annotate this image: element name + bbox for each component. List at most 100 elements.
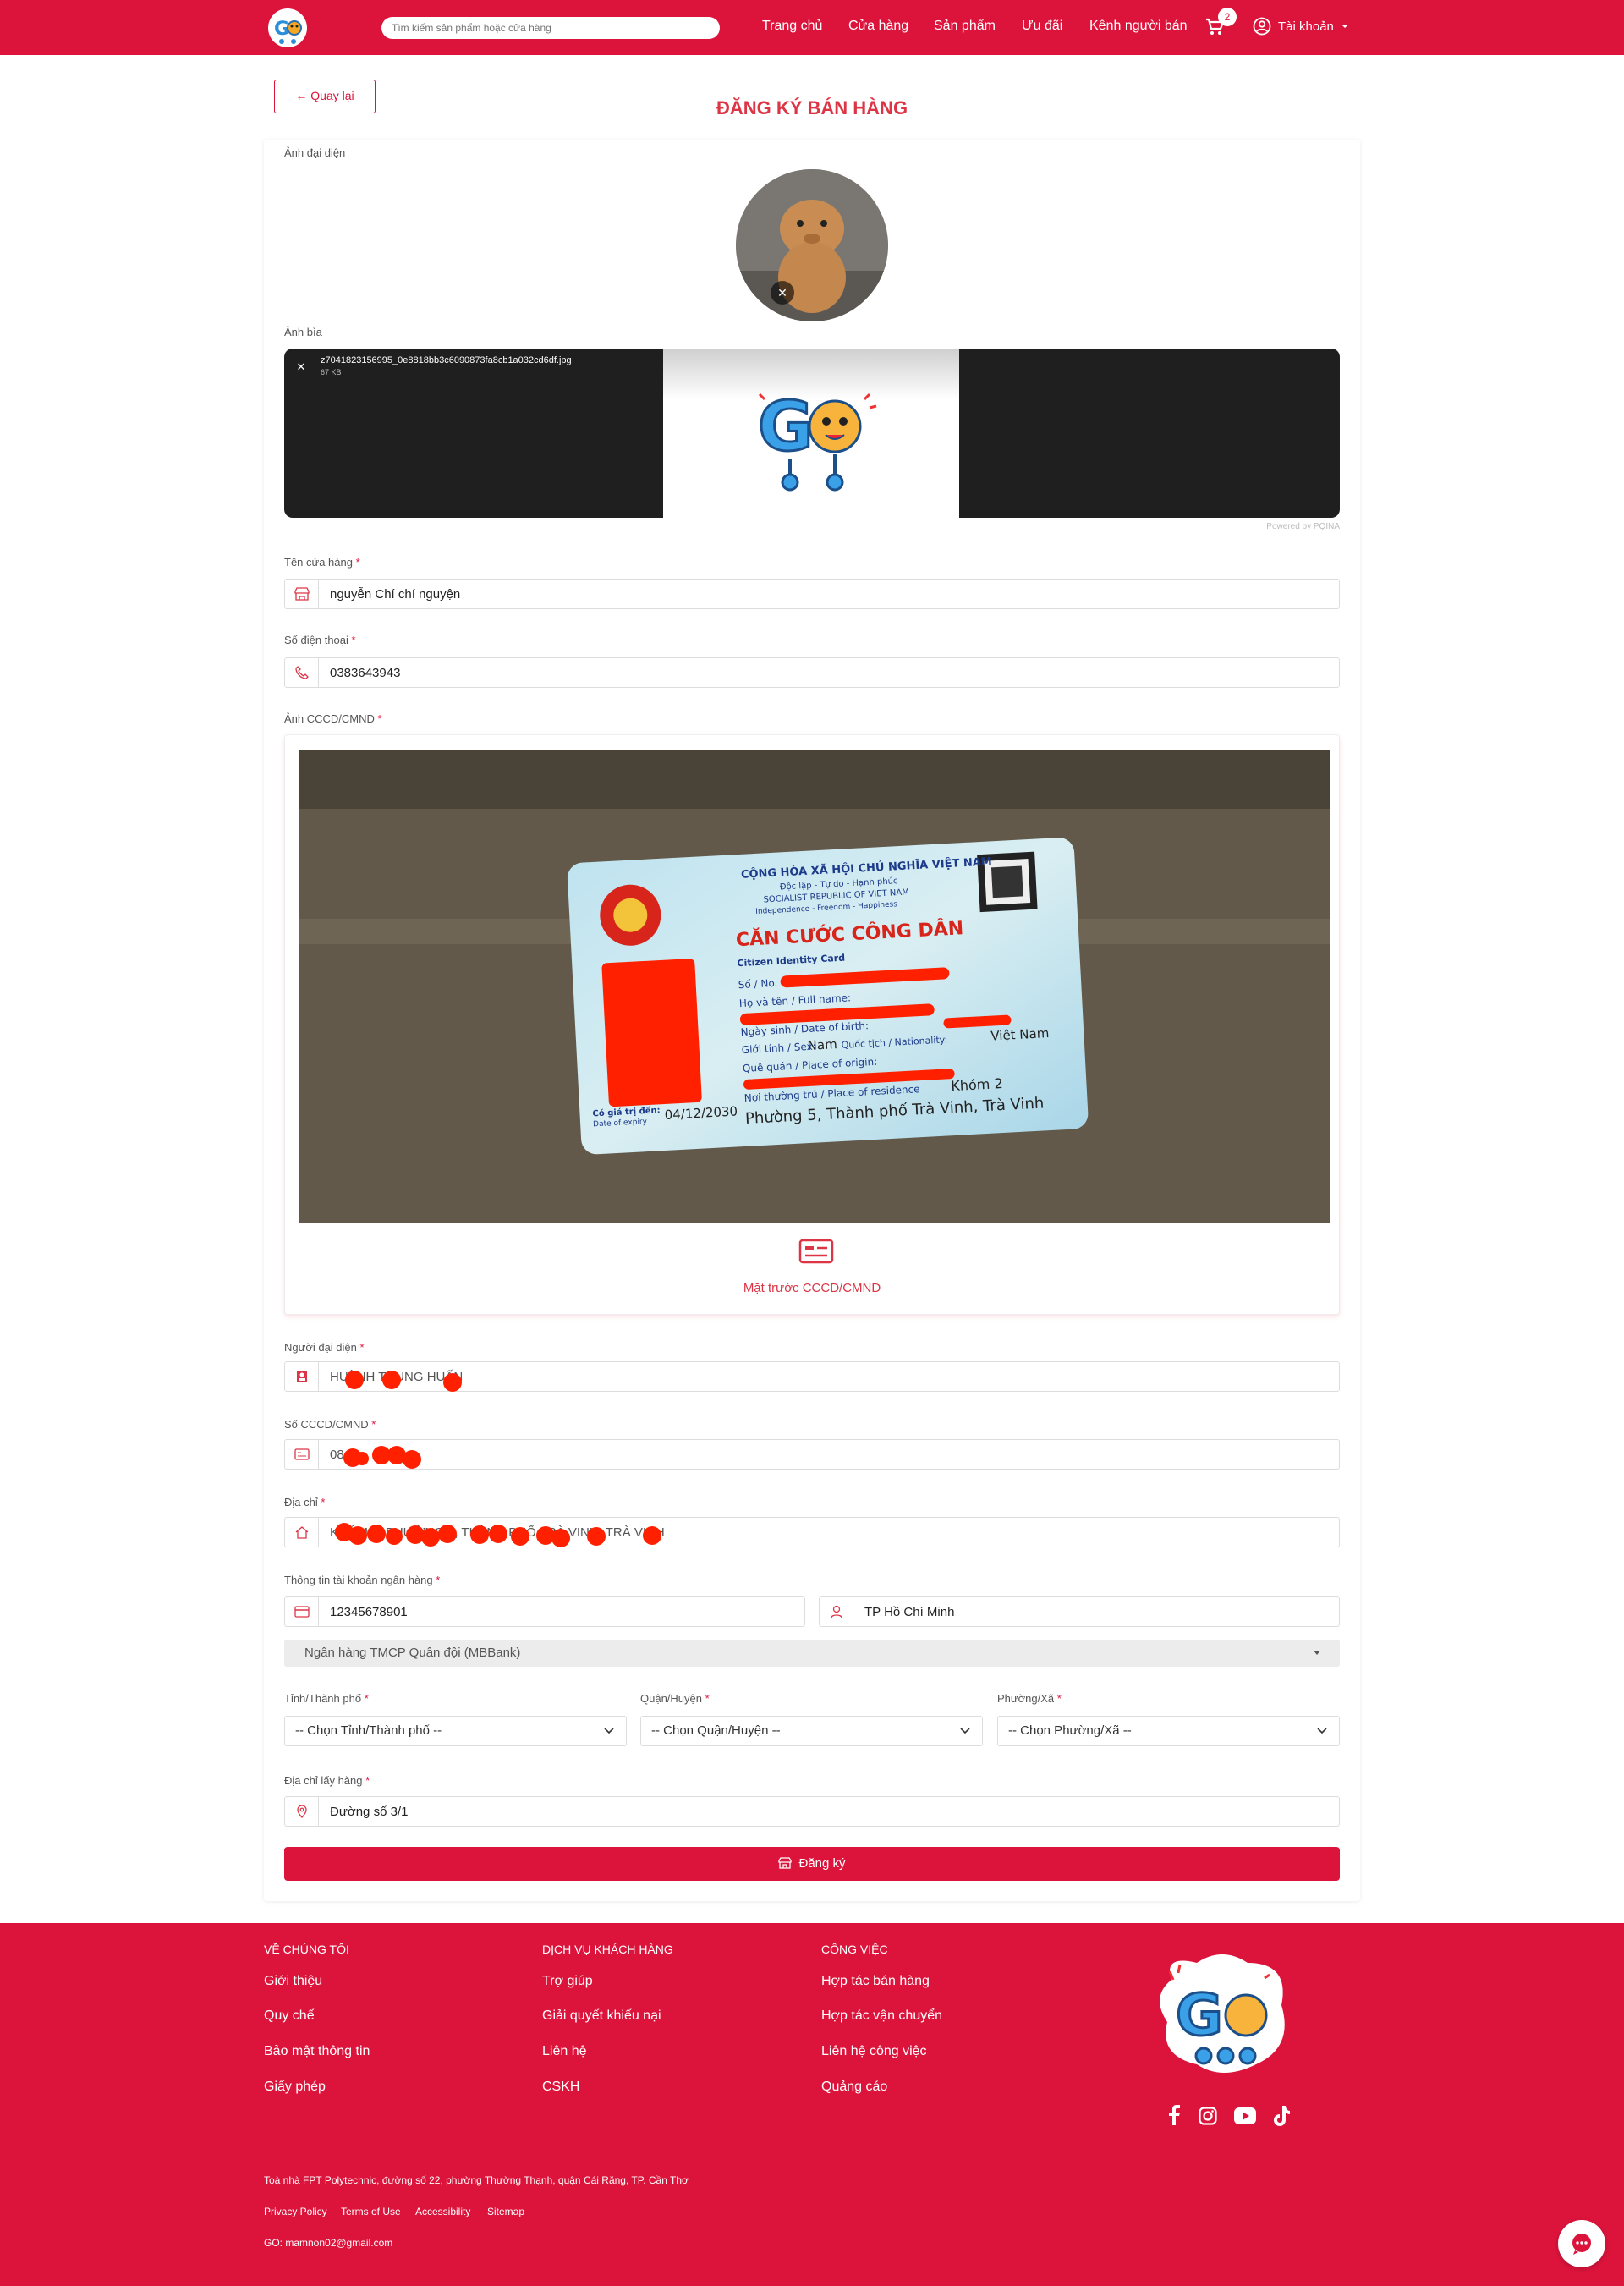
phone-icon: [294, 666, 309, 679]
cover-label: Ảnh bìa: [284, 326, 322, 338]
representative-field[interactable]: HUỲNH TRUNG HUẤN: [284, 1361, 1340, 1392]
chevron-down-icon: [1341, 25, 1348, 28]
footer-col3-title: CÔNG VIỆC: [821, 1943, 888, 1956]
powered-by-text: Powered by PQINA: [1266, 522, 1340, 531]
register-button-label: Đăng ký: [798, 1856, 846, 1871]
footer-link-license[interactable]: Giấy phép: [264, 2080, 326, 2095]
avatar-preview[interactable]: [736, 169, 888, 321]
account-menu[interactable]: Tài khoản: [1253, 17, 1349, 36]
footer-link-contact[interactable]: Liên hệ: [542, 2044, 587, 2059]
id-card-nationality-value: Việt Nam: [990, 1025, 1050, 1044]
id-image-label: Ảnh CCCD/CMND *: [284, 712, 382, 725]
footer-link-rules[interactable]: Quy chế: [264, 2008, 315, 2024]
district-label: Quận/Huyện *: [640, 1692, 710, 1705]
credit-card-icon: [294, 1606, 310, 1618]
bank-select[interactable]: Ngân hàng TMCP Quân đội (MBBank): [284, 1640, 1340, 1667]
bank-info-label: Thông tin tài khoản ngân hàng *: [284, 1574, 441, 1586]
svg-text:G: G: [1176, 1982, 1223, 2049]
phone-field[interactable]: 0383643943: [284, 657, 1340, 688]
nav-home[interactable]: Trang chủ: [762, 19, 822, 34]
pickup-address-field[interactable]: Đường số 3/1: [284, 1796, 1340, 1827]
footer-policy-terms[interactable]: Terms of Use: [341, 2206, 401, 2217]
id-card-sex-value: Nam: [807, 1036, 837, 1053]
ward-select[interactable]: -- Chọn Phường/Xã --: [997, 1716, 1340, 1746]
nav-seller-channel[interactable]: Kênh người bán: [1089, 19, 1188, 34]
youtube-icon[interactable]: [1234, 2107, 1256, 2124]
user-circle-icon: [1253, 17, 1271, 36]
footer-logo-icon: G: [1160, 1954, 1285, 2073]
bank-account-value: 12345678901: [330, 1605, 408, 1619]
cover-file-name: z7041823156995_0e8818bb3c6090873fa8cb1a0…: [321, 355, 572, 365]
search-input[interactable]: [381, 17, 720, 39]
chevron-down-icon: [960, 1728, 970, 1734]
cover-upload-preview[interactable]: G ✕ z7041823156995_0e8818bb3c6090873fa8c…: [284, 349, 1340, 518]
footer-link-about[interactable]: Giới thiệu: [264, 1974, 322, 1989]
store-name-field[interactable]: nguyễn Chí chí nguyện: [284, 579, 1340, 609]
footer-link-privacy[interactable]: Bảo mật thông tin: [264, 2044, 370, 2059]
footer-link-sales-partner[interactable]: Hợp tác bán hàng: [821, 1974, 930, 1989]
nav-products[interactable]: Sản phẩm: [934, 19, 996, 34]
top-navbar: G Trang chủ Cửa hàng Sản phẩm Ưu đãi Kên…: [0, 0, 1624, 55]
chevron-down-icon: [604, 1728, 614, 1734]
province-select[interactable]: -- Chọn Tỉnh/Thành phố --: [284, 1716, 627, 1746]
store-name-value: nguyễn Chí chí nguyện: [330, 587, 461, 602]
district-select[interactable]: -- Chọn Quận/Huyện --: [640, 1716, 983, 1746]
chevron-down-icon: [1314, 1651, 1320, 1655]
bank-holder-value: TP Hồ Chí Minh: [864, 1605, 955, 1619]
svg-text:G: G: [758, 387, 814, 466]
cart-count-badge: 2: [1218, 8, 1237, 26]
store-name-label: Tên cửa hàng *: [284, 556, 360, 569]
footer-link-jobs[interactable]: Liên hệ công việc: [821, 2044, 927, 2059]
id-card-icon: [798, 1239, 834, 1264]
chat-button[interactable]: [1558, 2220, 1605, 2267]
avatar-image: [736, 169, 888, 321]
logo-icon[interactable]: G: [266, 7, 309, 49]
nav-stores[interactable]: Cửa hàng: [848, 19, 908, 34]
footer-col2-title: DỊCH VỤ KHÁCH HÀNG: [542, 1943, 673, 1956]
tiktok-icon[interactable]: [1273, 2106, 1290, 2126]
bank-account-field[interactable]: 12345678901: [284, 1596, 805, 1627]
footer-policy-privacy[interactable]: Privacy Policy: [264, 2206, 327, 2217]
remove-avatar-button[interactable]: ✕: [771, 281, 794, 305]
go-logo-icon: G: [757, 387, 877, 492]
register-button[interactable]: Đăng ký: [284, 1847, 1340, 1881]
back-button[interactable]: ← Quay lại: [274, 80, 376, 113]
footer-link-cskh[interactable]: CSKH: [542, 2080, 579, 2095]
instagram-icon[interactable]: [1199, 2107, 1217, 2125]
page-title: ĐĂNG KÝ BÁN HÀNG: [716, 97, 908, 118]
province-select-value: -- Chọn Tỉnh/Thành phố --: [295, 1723, 442, 1738]
home-icon: [295, 1526, 308, 1539]
id-number-field[interactable]: 084...: [284, 1439, 1340, 1470]
footer-link-help[interactable]: Trợ giúp: [542, 1974, 593, 1989]
footer-policy-sitemap[interactable]: Sitemap: [487, 2206, 524, 2217]
footer-policy-accessibility[interactable]: Accessibility: [415, 2206, 470, 2217]
id-card-residence-line1: Khóm 2: [951, 1075, 1003, 1094]
footer-link-shipping-partner[interactable]: Hợp tác vận chuyển: [821, 2008, 942, 2024]
ward-label: Phường/Xã *: [997, 1692, 1062, 1705]
user-card-icon: [296, 1371, 307, 1382]
id-card-image: CỘNG HÒA XÃ HỘI CHỦ NGHĨA VIỆT NAM Độc l…: [299, 750, 1330, 1223]
id-card-no-label: Số / No.: [738, 977, 777, 991]
account-label: Tài khoản: [1278, 19, 1334, 34]
avatar-label: Ảnh đại diện: [284, 146, 346, 159]
bank-select-value: Ngân hàng TMCP Quân đội (MBBank): [304, 1646, 521, 1660]
footer-email: GO: mamnon02@gmail.com: [264, 2237, 393, 2249]
id-image-caption: Mặt trước CCCD/CMND: [743, 1281, 881, 1295]
representative-label: Người đại diện *: [284, 1341, 365, 1354]
map-pin-icon: [296, 1805, 307, 1818]
cover-file-size: 67 KB: [321, 368, 342, 376]
id-number-label: Số CCCD/CMND *: [284, 1418, 376, 1431]
district-select-value: -- Chọn Quận/Huyện --: [651, 1723, 781, 1738]
province-label: Tỉnh/Thành phố *: [284, 1692, 369, 1705]
user-icon: [830, 1605, 842, 1618]
footer-link-complaints[interactable]: Giải quyết khiếu nại: [542, 2008, 661, 2024]
ward-select-value: -- Chọn Phường/Xã --: [1008, 1723, 1132, 1738]
facebook-icon[interactable]: [1168, 2105, 1180, 2125]
store-icon: [778, 1857, 793, 1869]
pickup-label: Địa chỉ lấy hàng *: [284, 1774, 370, 1787]
chevron-down-icon: [1317, 1728, 1327, 1734]
nav-deals[interactable]: Ưu đãi: [1022, 19, 1062, 34]
footer-link-ads[interactable]: Quảng cáo: [821, 2080, 887, 2095]
remove-cover-button[interactable]: ✕: [293, 359, 310, 376]
bank-holder-field[interactable]: TP Hồ Chí Minh: [819, 1596, 1340, 1627]
